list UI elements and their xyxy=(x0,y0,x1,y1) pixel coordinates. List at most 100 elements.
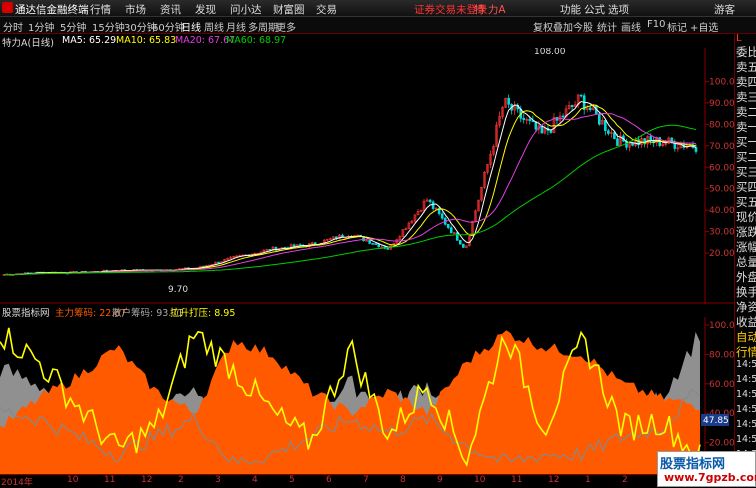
indicator-legend: 股票指标网 主力筹码: 22.87 散户筹码: 93.71 拉升打压: 8.95 xyxy=(0,304,712,319)
ma60-value: MA60: 68.97 xyxy=(226,35,287,46)
side-panel-label: 买二 xyxy=(736,150,756,164)
period-tab[interactable]: 15分钟 xyxy=(92,19,125,34)
adjust-button[interactable]: 复权 xyxy=(533,19,553,34)
price-tick-label: 80.00 xyxy=(709,120,734,130)
candle-body xyxy=(292,244,296,247)
date-tick-label: 2 xyxy=(622,475,628,485)
menu-item-trade[interactable]: 交易 xyxy=(316,2,337,17)
price-tick-label: 100.0 xyxy=(709,77,734,87)
date-tick-label: 8 xyxy=(400,475,406,485)
ma5-line xyxy=(3,100,697,276)
stock-compare-button[interactable]: 今股 xyxy=(573,19,593,34)
side-panel-label: 卖五 xyxy=(736,60,756,74)
date-tick-label: 12 xyxy=(548,475,560,485)
side-panel-label: 换手 xyxy=(736,285,756,299)
side-panel-label: 卖三 xyxy=(736,90,756,104)
ma60-line xyxy=(3,124,697,276)
chart-title: 特力A(日线) xyxy=(2,38,54,49)
menu-item-wealth[interactable]: 财富圈 xyxy=(273,2,305,17)
date-tick-label: 2 xyxy=(178,475,184,485)
indicator-tick-label: 60.00 xyxy=(709,380,734,390)
ma20-line xyxy=(3,112,697,276)
side-panel-label: 14:56 xyxy=(736,374,756,385)
date-tick-label: 1 xyxy=(585,475,591,485)
side-panel-label: 14:56 xyxy=(736,359,756,370)
side-panel-label: 14:56 xyxy=(736,404,756,415)
period-tab[interactable]: 5分钟 xyxy=(60,19,86,34)
price-tick-label: 70.00 xyxy=(709,142,734,152)
price-tick-label: 30.00 xyxy=(709,228,734,238)
candle-body xyxy=(371,243,374,245)
date-tick-label: 11 xyxy=(511,475,523,485)
add-watchlist-button[interactable]: +自选 xyxy=(690,19,718,34)
date-tick-label: 10 xyxy=(474,475,486,485)
period-tab-active[interactable]: 日线 xyxy=(181,19,201,34)
watermark-title: 股票指标网 xyxy=(660,457,726,472)
period-tab[interactable]: 周线 xyxy=(204,19,224,34)
indicator-current-value: 47.85 xyxy=(703,416,729,426)
date-tick-label: 12 xyxy=(141,475,153,485)
stats-button[interactable]: 统计 xyxy=(597,19,617,34)
watermark-url: www.7gpzb.com xyxy=(664,471,756,484)
candle-body xyxy=(616,138,619,146)
menu-item-function[interactable]: 功能 xyxy=(560,2,581,17)
period-tab[interactable]: 1分钟 xyxy=(28,19,54,34)
date-tick-label: 3 xyxy=(215,475,221,485)
menu-item-discover[interactable]: 发现 xyxy=(195,2,216,17)
side-panel-label: 现价 xyxy=(736,210,756,224)
date-tick-label: 4 xyxy=(252,475,258,485)
candle-body xyxy=(446,223,450,228)
side-panel-label: 净资 xyxy=(736,300,756,314)
price-tick-label: 50.00 xyxy=(709,185,734,195)
side-panel-label: 14:56 xyxy=(736,434,756,445)
menu-item-formula[interactable]: 公式 xyxy=(584,2,605,17)
period-tab-more[interactable]: 更多 xyxy=(276,19,296,34)
side-panel-label: 14:56 xyxy=(736,389,756,400)
side-panel-label: 行情 xyxy=(736,345,756,359)
candle-body xyxy=(462,243,465,248)
side-panel-label: 委比 xyxy=(736,45,756,59)
period-tab[interactable]: 多周期 xyxy=(248,19,278,34)
ma-legend: 特力A(日线) MA5: 65.29 MA10: 65.83 MA20: 67.… xyxy=(0,34,712,49)
price-tick-label: 90.00 xyxy=(709,99,734,109)
candle-body xyxy=(579,94,583,97)
mark-button[interactable]: 标记 xyxy=(667,19,687,34)
menu-item-news[interactable]: 资讯 xyxy=(160,2,181,17)
f10-button[interactable]: F10 xyxy=(647,19,665,30)
period-tab[interactable]: 月线 xyxy=(226,19,246,34)
candle-body xyxy=(458,240,462,245)
ma5-value: MA5: 65.29 xyxy=(62,35,117,46)
period-toolbar: 分时 1分钟 5分钟 15分钟 30分钟 60分钟 日线 周线 月线 多周期 更… xyxy=(0,17,756,34)
draw-button[interactable]: 画线 xyxy=(621,19,641,34)
candle-body xyxy=(428,199,432,203)
menu-item-market[interactable]: 市场 xyxy=(125,2,146,17)
indicator-tick-label: 20.00 xyxy=(709,439,734,449)
menu-item-ask[interactable]: 问小达 xyxy=(230,2,262,17)
side-panel-label: 涨跌 xyxy=(736,225,756,239)
side-panel-label: 买五 xyxy=(736,195,756,209)
candle-body xyxy=(613,132,616,139)
indicator-chart[interactable]: 100.080.0060.0040.0020.00 47.85 xyxy=(0,317,734,474)
candle-body xyxy=(217,261,220,264)
menu-item-options[interactable]: 选项 xyxy=(608,2,629,17)
period-tab[interactable]: 分时 xyxy=(3,19,23,34)
menu-item-quotes[interactable]: 行情 xyxy=(90,2,111,17)
side-panel-label: 收益 xyxy=(736,315,756,329)
side-panel-label: 外盘 xyxy=(736,270,756,284)
side-panel-label: 卖四 xyxy=(736,75,756,89)
side-panel-top[interactable]: L xyxy=(736,33,756,44)
candle-body xyxy=(528,119,532,122)
candle-body xyxy=(570,105,574,108)
candle-body xyxy=(588,107,592,111)
overlay-button[interactable]: 叠加 xyxy=(553,19,573,34)
price-chart[interactable]: 100.0 90.00 80.00 70.00 60.00 50.00 40.00 30.00… xyxy=(0,48,734,304)
user-label[interactable]: 游客 xyxy=(714,2,735,17)
side-panel-label: 卖二 xyxy=(736,105,756,119)
candle-body xyxy=(386,248,390,250)
price-tick-label: 60.00 xyxy=(709,163,734,173)
date-axis: 2014年10111223456789101112123 xyxy=(0,474,712,488)
candle-body xyxy=(449,227,453,234)
candle-body xyxy=(604,120,607,131)
period-tab[interactable]: 60分钟 xyxy=(152,19,185,34)
date-tick-label: 9 xyxy=(437,475,443,485)
